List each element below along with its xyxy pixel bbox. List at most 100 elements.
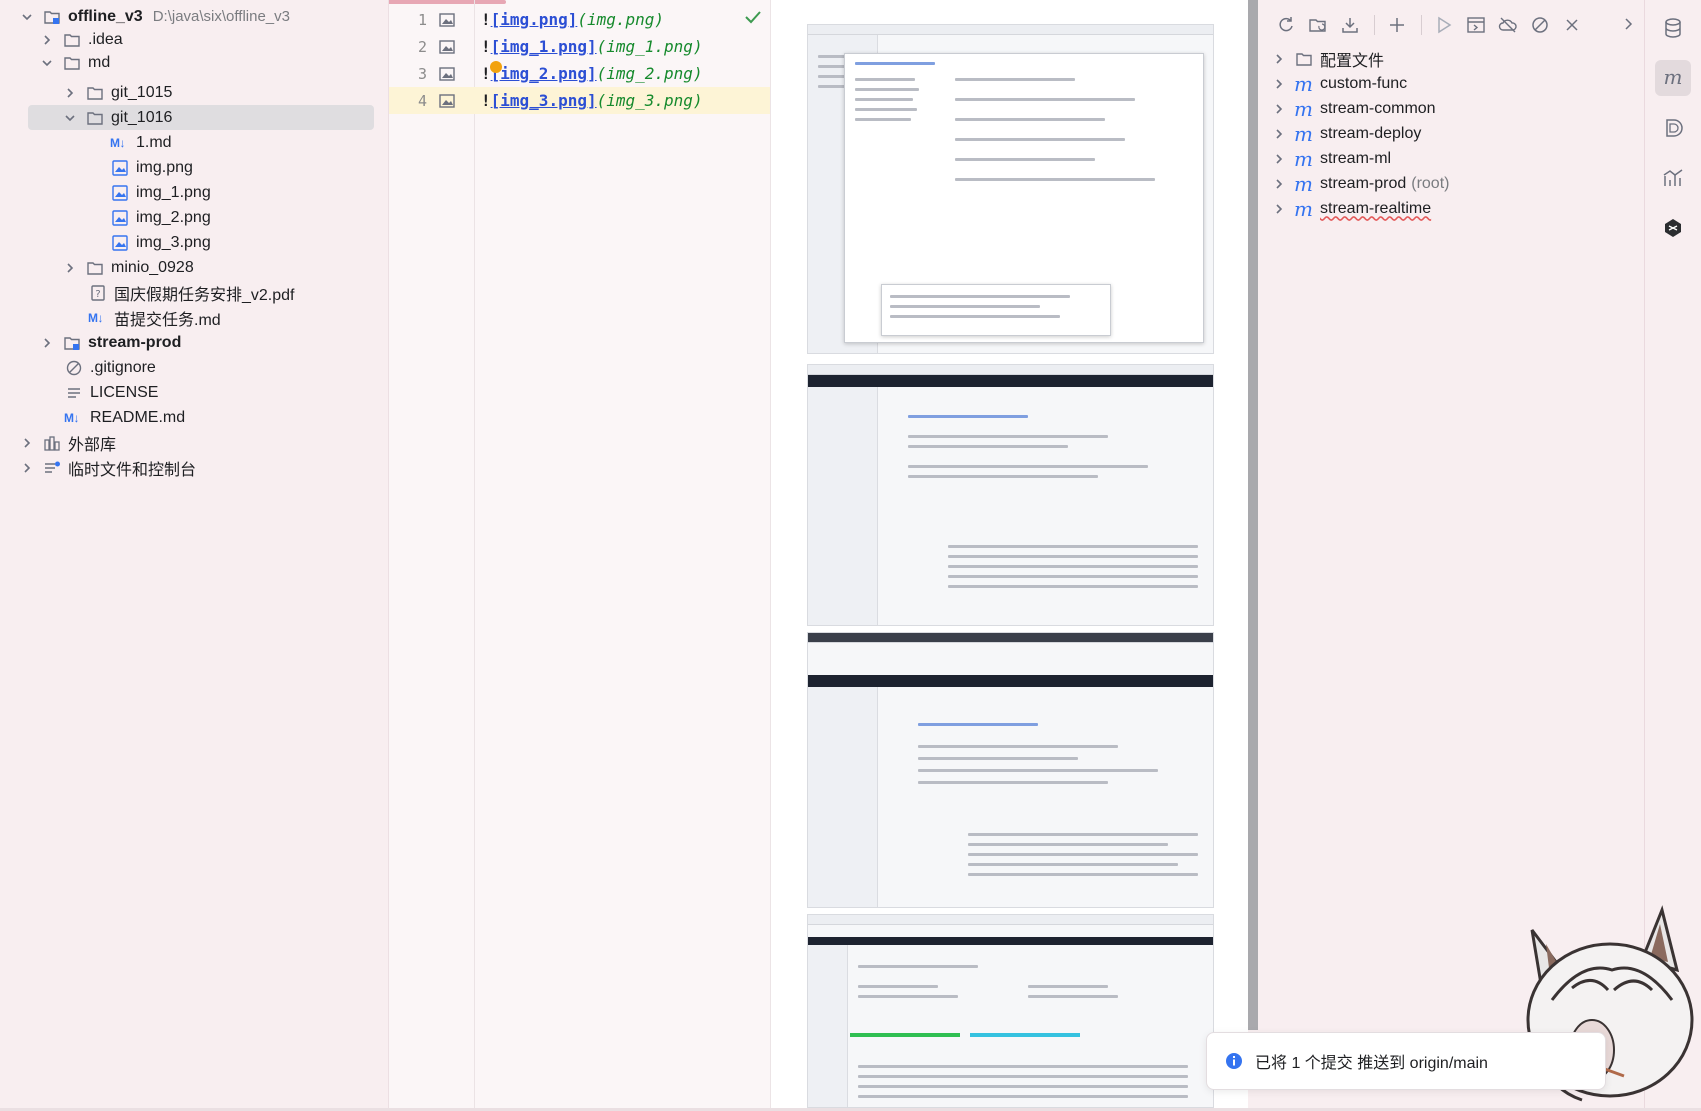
tree-file-1-md[interactable]: M↓ 1.md: [0, 130, 388, 155]
image-gutter-icon[interactable]: [439, 93, 455, 108]
maven-profiles[interactable]: 配置文件: [1272, 46, 1384, 71]
chevron-right-icon[interactable]: [40, 33, 54, 47]
maven-item-label: stream-deploy: [1320, 124, 1422, 142]
maven-module-stream-prod[interactable]: m stream-prod (root): [1272, 171, 1449, 196]
chevron-right-icon[interactable]: [1272, 177, 1286, 191]
skip-tests-icon[interactable]: [1528, 13, 1552, 37]
chevron-right-icon[interactable]: [63, 261, 77, 275]
intention-bulb-icon[interactable]: [490, 61, 502, 73]
image-alt-text[interactable]: [img.png]: [491, 10, 578, 29]
add-icon[interactable]: [1385, 13, 1409, 37]
info-icon: [1226, 1053, 1242, 1069]
unknown-file-icon: ?: [88, 283, 108, 303]
tree-file-readme[interactable]: M↓ README.md: [0, 405, 388, 430]
maven-module-stream-ml[interactable]: m stream-ml: [1272, 146, 1391, 171]
tree-module-stream-prod[interactable]: stream-prod: [0, 330, 388, 355]
tree-folder-git-1015[interactable]: git_1015: [0, 80, 388, 105]
maven-icon: m: [1294, 121, 1313, 146]
tree-file-pdf[interactable]: ? 国庆假期任务安排_v2.pdf: [0, 280, 388, 305]
root-suffix: (root): [1411, 174, 1450, 192]
preview-image-1: [807, 24, 1214, 354]
tree-external-libraries[interactable]: 外部库: [0, 430, 388, 455]
tree-root-offline-v3[interactable]: offline_v3 D:\java\six\offline_v3: [0, 4, 388, 29]
maven-module-stream-common[interactable]: m stream-common: [1272, 96, 1436, 121]
image-gutter-icon[interactable]: [439, 12, 455, 27]
line-number: 1: [417, 10, 427, 29]
chevron-right-icon[interactable]: [1620, 14, 1638, 34]
image-alt-text[interactable]: [img_3.png]: [491, 91, 597, 110]
code-text: ![img_3.png](img_3.png): [481, 91, 703, 110]
offline-icon[interactable]: [1496, 13, 1520, 37]
tree-label: minio_0928: [111, 258, 194, 276]
image-gutter-icon[interactable]: [439, 39, 455, 54]
image-gutter-icon[interactable]: [439, 66, 455, 81]
tree-label: 1.md: [136, 133, 172, 151]
image-alt-text[interactable]: [img_1.png]: [491, 37, 597, 56]
toolbar-separator: [1421, 15, 1422, 35]
ai-assistant-icon[interactable]: [1655, 210, 1691, 246]
chevron-right-icon[interactable]: [1272, 127, 1286, 141]
code-line-4[interactable]: 4 ![img_3.png](img_3.png): [389, 87, 771, 114]
preview-image-2: [807, 364, 1214, 626]
tree-file-img-1-png[interactable]: img_1.png: [0, 180, 388, 205]
collapse-all-icon[interactable]: [1560, 13, 1584, 37]
tree-label: 外部库: [68, 436, 117, 454]
preview-scrollbar[interactable]: [1248, 0, 1258, 1030]
code-line-2[interactable]: 2 ![img_1.png](img_1.png): [389, 33, 771, 60]
tree-label: stream-prod: [88, 333, 182, 351]
download-icon[interactable]: [1338, 13, 1362, 37]
folder-icon: [1294, 49, 1314, 69]
tree-folder-md[interactable]: md: [0, 50, 388, 75]
maven-toolbar: [1274, 12, 1592, 38]
maven-icon: m: [1294, 146, 1313, 171]
open-folder-icon[interactable]: [1306, 13, 1330, 37]
tree-folder-minio-0928[interactable]: minio_0928: [0, 255, 388, 280]
execute-goal-icon[interactable]: [1464, 13, 1488, 37]
chevron-right-icon[interactable]: [1272, 102, 1286, 116]
ignore-file-icon: [64, 358, 84, 378]
maven-icon: m: [1294, 171, 1313, 196]
chevron-right-icon[interactable]: [1272, 52, 1286, 66]
maven-icon[interactable]: m: [1655, 60, 1691, 96]
chart-icon[interactable]: [1655, 160, 1691, 196]
maven-module-custom-func[interactable]: m custom-func: [1272, 71, 1407, 96]
code-line-1[interactable]: 1 ![img.png](img.png): [389, 6, 771, 33]
maven-module-stream-realtime[interactable]: m stream-realtime: [1272, 196, 1431, 221]
push-notification[interactable]: 已将 1 个提交 推送到 origin/main: [1206, 1032, 1606, 1090]
database-icon[interactable]: [1655, 10, 1691, 46]
chevron-right-icon[interactable]: [20, 436, 34, 450]
preview-image-3: [807, 632, 1214, 908]
chevron-right-icon[interactable]: [63, 86, 77, 100]
image-bang: !: [481, 91, 491, 110]
chevron-right-icon[interactable]: [1272, 202, 1286, 216]
chevron-right-icon[interactable]: [1272, 77, 1286, 91]
tree-folder-git-1016[interactable]: git_1016: [0, 105, 388, 130]
chevron-right-icon[interactable]: [40, 336, 54, 350]
tree-file-task-md[interactable]: M↓ 苗提交任务.md: [0, 305, 388, 330]
markdown-editor[interactable]: 1 ![img.png](img.png) 2 ![img_1.png](img…: [388, 0, 771, 1108]
copilot-icon[interactable]: [1655, 110, 1691, 146]
tree-file-img-2-png[interactable]: img_2.png: [0, 205, 388, 230]
tree-file-img-png[interactable]: img.png: [0, 155, 388, 180]
notification-text: 已将 1 个提交 推送到 origin/main: [1255, 1055, 1488, 1072]
svg-text:?: ?: [95, 289, 100, 300]
chevron-down-icon[interactable]: [40, 56, 54, 70]
code-line-3[interactable]: 3 ![img_2.png](img_2.png): [389, 60, 771, 87]
code-text: ![img_1.png](img_1.png): [481, 37, 703, 56]
chevron-right-icon[interactable]: [20, 461, 34, 475]
image-alt-text[interactable]: [img_2.png]: [491, 64, 597, 83]
image-url: (img.png): [577, 10, 665, 29]
tree-folder-idea[interactable]: .idea: [0, 27, 388, 52]
tree-file-license[interactable]: LICENSE: [0, 380, 388, 405]
tree-scratches-consoles[interactable]: 临时文件和控制台: [0, 455, 388, 480]
tree-file-gitignore[interactable]: .gitignore: [0, 355, 388, 380]
run-icon[interactable]: [1432, 13, 1456, 37]
tree-label: 临时文件和控制台: [68, 461, 197, 479]
chevron-down-icon[interactable]: [63, 111, 77, 125]
tree-file-img-3-png[interactable]: img_3.png: [0, 230, 388, 255]
chevron-down-icon[interactable]: [20, 10, 34, 24]
markdown-preview[interactable]: [770, 0, 1248, 1108]
maven-module-stream-deploy[interactable]: m stream-deploy: [1272, 121, 1421, 146]
reload-icon[interactable]: [1274, 13, 1298, 37]
chevron-right-icon[interactable]: [1272, 152, 1286, 166]
